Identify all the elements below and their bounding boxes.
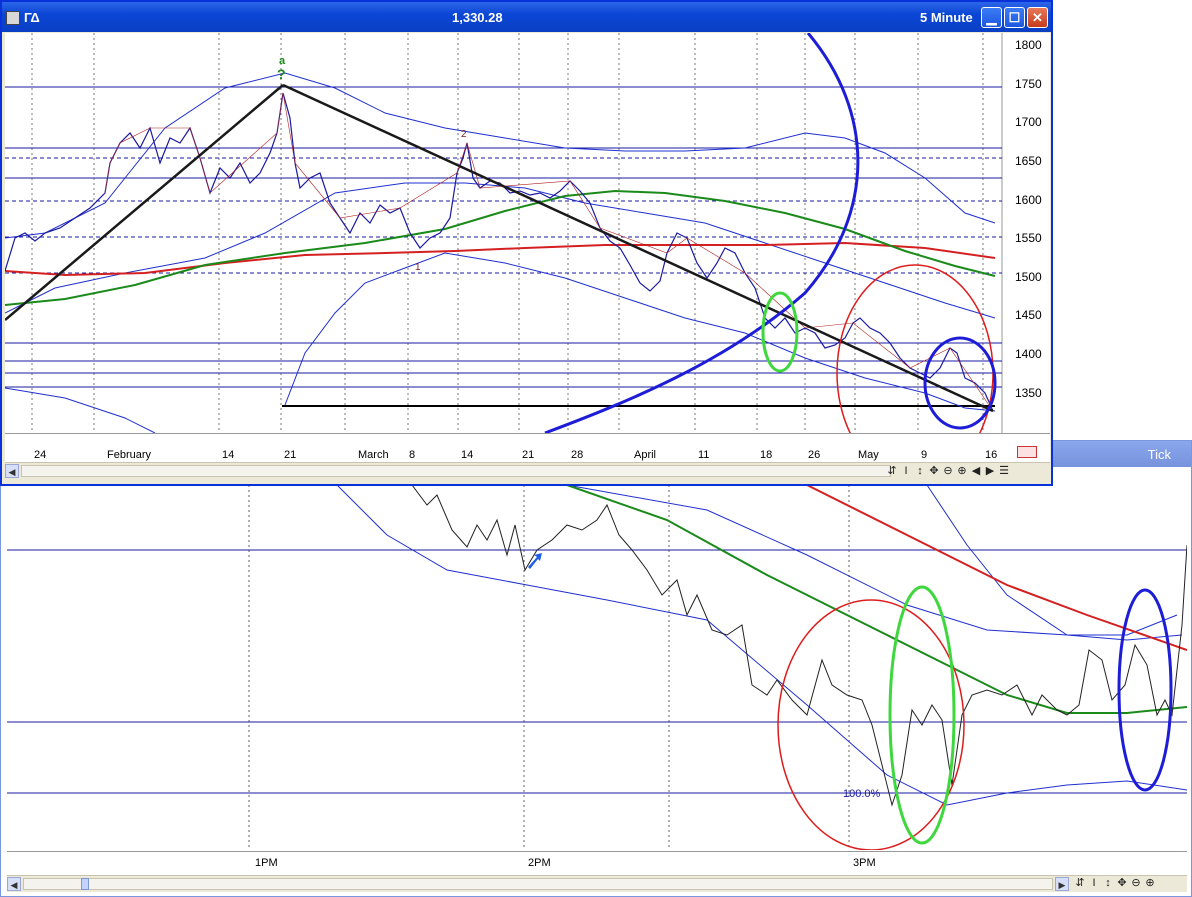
trendline-up <box>5 84 284 321</box>
chart-settings-icon[interactable] <box>1017 446 1037 458</box>
front-scroll-left-button[interactable]: ◀ <box>5 464 19 478</box>
wave-label-2: 2 <box>461 129 467 140</box>
vertical-resize-icon[interactable]: ↕ <box>913 465 927 477</box>
tick-window-title: Tick <box>1147 447 1171 462</box>
last-price: 1,330.28 <box>452 10 503 25</box>
x-axis-label: 14 <box>222 449 235 461</box>
tick-move-icon[interactable]: ✥ <box>1115 876 1129 889</box>
x-axis-label: April <box>634 449 657 461</box>
x-axis-label: 28 <box>571 449 584 461</box>
tick-scroll-left-button[interactable]: ◀ <box>7 877 21 891</box>
tick-i-beam-icon[interactable]: I <box>1087 877 1101 889</box>
tick-vertical-resize-icon[interactable]: ↕ <box>1101 877 1115 889</box>
x-axis-label: 18 <box>760 449 773 461</box>
x-axis-label: February <box>107 449 152 461</box>
tick-upper-band-2 <box>926 485 1178 636</box>
price-series <box>5 92 994 412</box>
scroll-right-icon[interactable]: ▶ <box>983 464 997 477</box>
tick-cycle-icon[interactable]: ⇵ <box>1073 876 1087 889</box>
y-axis-label: 1350 <box>1015 386 1042 400</box>
tick-zoom-out-icon[interactable]: ⊖ <box>1129 876 1143 889</box>
menu-icon[interactable]: ☰ <box>997 464 1011 477</box>
move-icon[interactable]: ✥ <box>927 464 941 477</box>
i-beam-icon[interactable]: I <box>899 465 913 477</box>
blue-circle <box>923 336 997 430</box>
x-axis-label: 21 <box>522 449 535 461</box>
tick-scroll-right-button[interactable]: ▶ <box>1055 877 1069 891</box>
x-axis-label: 11 <box>698 449 710 461</box>
minimize-button[interactable]: ▁ <box>981 7 1002 28</box>
scroll-left-icon[interactable]: ◀ <box>969 464 983 477</box>
tick-x-label: 2PM <box>528 857 551 869</box>
y-axis-label: 1600 <box>1015 193 1042 207</box>
front-scroll-track[interactable] <box>21 465 891 477</box>
y-axis-label: 1500 <box>1015 270 1042 284</box>
front-scrollbar[interactable]: ◀ ⇵ I ↕ ✥ ⊖ ⊕ ◀ ▶ ☰ <box>5 462 1050 481</box>
front-toolbar: ⇵ I ↕ ✥ ⊖ ⊕ ◀ ▶ ☰ <box>885 464 1011 480</box>
x-axis-label: 26 <box>808 449 821 461</box>
front-x-axis: 24 February 14 21 March 8 14 21 28 April… <box>5 433 1050 462</box>
middle-blue-band <box>5 182 996 319</box>
tick-x-label: 3PM <box>853 857 876 869</box>
tick-blue-ellipse <box>1117 588 1173 792</box>
trendline-down <box>282 83 994 413</box>
tick-scroll-thumb[interactable] <box>81 878 89 890</box>
x-axis-label: March <box>358 449 389 461</box>
tick-red-circle <box>777 599 965 850</box>
maximize-button[interactable]: ☐ <box>1004 7 1025 28</box>
window-app-icon <box>6 11 20 25</box>
x-axis-label: 24 <box>34 449 47 461</box>
chart-symbol: ΓΔ <box>24 10 40 25</box>
chart-interval: 5 Minute <box>920 10 973 25</box>
price-series-close <box>104 92 994 412</box>
tick-scroll-track[interactable] <box>23 878 1053 890</box>
x-axis-label: 16 <box>985 449 998 461</box>
front-title-bar[interactable]: ΓΔ 1,330.28 5 Minute ▁ ☐ ✕ <box>2 2 1051 32</box>
tick-chart-window: Tick 100.0% 1PM 2PM 3PM ◀ ▶ ⇵ I ↕ ✥ ⊖ ⊕ <box>0 440 1192 897</box>
wave-label-question: ? <box>277 66 286 82</box>
wave-label-1: 1 <box>415 262 421 273</box>
tick-chart-plot[interactable]: 100.0% <box>7 485 1187 850</box>
tick-green-ellipse <box>888 585 956 845</box>
y-axis-label: 1750 <box>1015 77 1042 91</box>
green-moving-average <box>5 189 996 306</box>
x-axis-label: 9 <box>921 449 928 461</box>
x-axis-label: 21 <box>284 449 297 461</box>
five-minute-chart-window: ΓΔ 1,330.28 5 Minute ▁ ☐ ✕ a ? 1 2 1800 … <box>0 0 1053 486</box>
tick-zoom-in-icon[interactable]: ⊕ <box>1143 876 1157 889</box>
y-axis-label: 1550 <box>1015 231 1042 245</box>
main-price-chart[interactable]: a ? 1 2 1800 1750 1700 1650 1600 1550 15… <box>5 33 1050 433</box>
y-axis-label: 1400 <box>1015 347 1042 361</box>
tick-x-axis: 1PM 2PM 3PM <box>7 851 1187 874</box>
x-axis-label: 14 <box>461 449 474 461</box>
tick-red-moving-average <box>806 485 1187 651</box>
tick-x-label: 1PM <box>255 857 278 869</box>
tick-fib-label: 100.0% <box>843 788 881 800</box>
y-axis-label: 1450 <box>1015 308 1042 322</box>
y-axis-label: 1700 <box>1015 115 1042 129</box>
zoom-in-icon[interactable]: ⊕ <box>955 464 969 477</box>
cycle-icon[interactable]: ⇵ <box>885 464 899 477</box>
x-axis-label: May <box>858 449 879 461</box>
close-button[interactable]: ✕ <box>1027 7 1048 28</box>
y-axis-label: 1800 <box>1015 38 1042 52</box>
y-axis-label: 1650 <box>1015 154 1042 168</box>
tick-toolbar: ⇵ I ↕ ✥ ⊖ ⊕ <box>1073 876 1157 892</box>
tick-lower-band <box>336 485 1187 806</box>
x-axis-label: 8 <box>409 449 416 461</box>
zoom-out-icon[interactable]: ⊖ <box>941 464 955 477</box>
tick-scrollbar[interactable]: ◀ ▶ ⇵ I ↕ ✥ ⊖ ⊕ <box>7 875 1187 892</box>
